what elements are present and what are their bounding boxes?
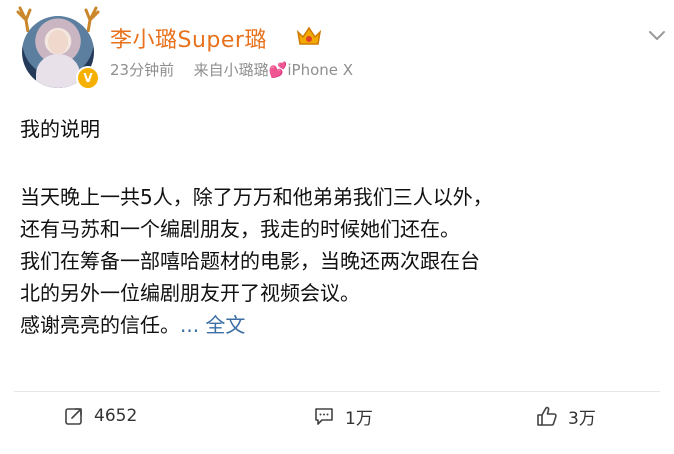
post-line: 我的说明 (20, 117, 100, 141)
post-time: 23分钟前 (110, 61, 175, 79)
comment-count: 1万 (345, 408, 373, 429)
crown-badge-icon (296, 26, 322, 45)
like-count: 3万 (568, 408, 596, 429)
avatar[interactable]: V (14, 6, 102, 90)
divider (14, 391, 660, 392)
share-icon (65, 408, 82, 425)
weibo-post: V 李小璐Super璐 23分钟前 来自小璐璐💕iPhone X 我的说明 当天… (0, 0, 674, 454)
source-name[interactable]: 小璐璐 (224, 61, 269, 79)
author-name[interactable]: 李小璐Super璐 (110, 22, 267, 54)
post-line: 当天晚上一共5人，除了万万和他弟弟我们三人以外， (20, 185, 493, 209)
heart-icon: 💕 (268, 61, 288, 79)
device-name: iPhone X (287, 61, 354, 79)
verified-badge-icon: V (76, 66, 100, 90)
source-prefix: 来自 (193, 61, 224, 79)
share-button[interactable]: 4652 (64, 402, 137, 430)
comment-button[interactable]: 1万 (313, 402, 373, 430)
post-content: 我的说明 当天晚上一共5人，除了万万和他弟弟我们三人以外， 还有马苏和一个编剧朋… (20, 113, 660, 341)
share-count: 4652 (94, 406, 138, 426)
read-more-link[interactable]: ... 全文 (180, 313, 245, 337)
chevron-down-icon[interactable] (648, 30, 666, 42)
like-icon (537, 406, 557, 426)
post-line-last: 感谢亮亮的信任。... 全文 (20, 309, 660, 341)
post-line: 感谢亮亮的信任。 (20, 313, 180, 337)
post-line: 我们在筹备一部嘻哈题材的电影，当晚还两次跟在台 (20, 249, 480, 273)
comment-icon (315, 408, 333, 425)
post-meta: 23分钟前 来自小璐璐💕iPhone X (110, 59, 353, 80)
like-button[interactable]: 3万 (536, 402, 596, 430)
post-line: 北的另外一位编剧朋友开了视频会议。 (20, 281, 360, 305)
post-line: 还有马苏和一个编剧朋友，我走的时候她们还在。 (20, 217, 460, 241)
